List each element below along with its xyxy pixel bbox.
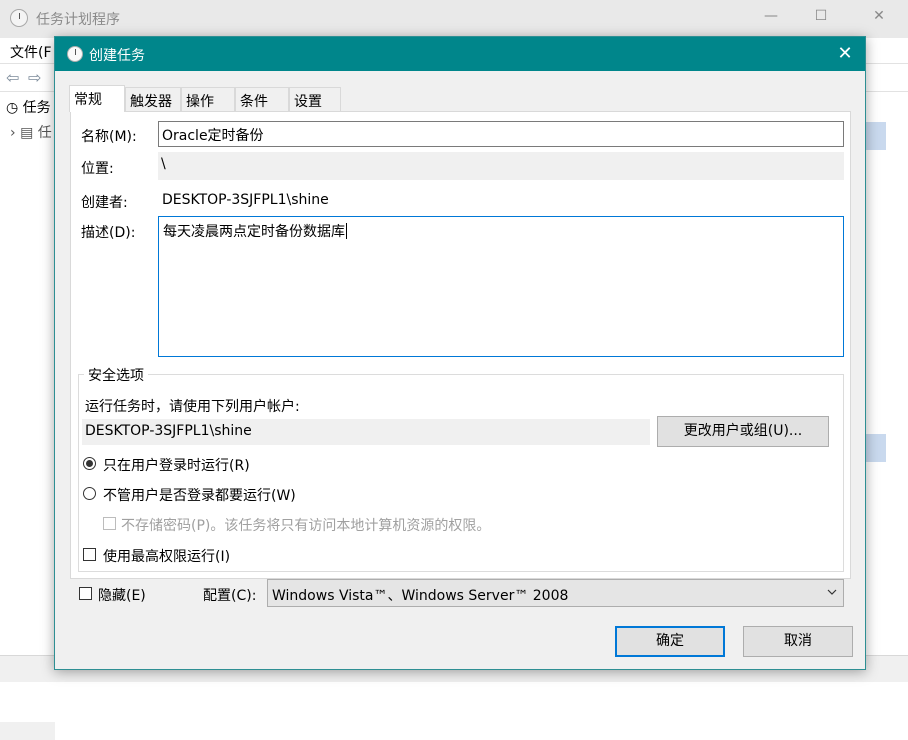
- configure-for-value: Windows Vista™、Windows Server™ 2008: [272, 588, 569, 604]
- location-label: 位置:: [81, 161, 114, 177]
- no-store-password-label: 不存储密码(P)。该任务将只有访问本地计算机资源的权限。: [121, 518, 491, 534]
- configure-for-label: 配置(C):: [203, 588, 257, 604]
- menu-file[interactable]: 文件(F: [10, 42, 52, 62]
- radio-run-logged-on[interactable]: [83, 457, 96, 470]
- chevron-right-icon: ›: [10, 125, 16, 141]
- security-options-title: 安全选项: [84, 365, 148, 385]
- tab-general[interactable]: 常规: [69, 85, 125, 112]
- horizontal-scrollbar[interactable]: [0, 722, 55, 740]
- chevron-down-icon: [827, 589, 837, 595]
- actions-header-block[interactable]: [866, 122, 886, 150]
- task-scheduler-icon: [67, 46, 83, 62]
- user-account-value: DESKTOP-3SJFPL1\shine: [82, 419, 650, 445]
- tree-item-library-label: 任: [37, 125, 52, 141]
- task-scheduler-icon: [10, 9, 28, 27]
- tree-item-library[interactable]: › ▤ 任: [10, 122, 52, 142]
- back-arrow-icon[interactable]: ⇦: [6, 68, 19, 87]
- hidden-label[interactable]: 隐藏(E): [98, 585, 146, 605]
- tab-conditions[interactable]: 条件: [235, 87, 289, 111]
- background-actions-pane: [865, 92, 908, 662]
- checkbox-no-store-password[interactable]: [103, 517, 116, 530]
- create-task-dialog: 创建任务 ✕ 常规 触发器 操作 条件 设置 名称(M): Oracle定时备份…: [54, 36, 866, 670]
- location-value: \: [158, 152, 844, 180]
- configure-for-select[interactable]: Windows Vista™、Windows Server™ 2008: [267, 579, 844, 607]
- name-label: 名称(M):: [81, 129, 137, 145]
- clock-icon: ◷: [6, 100, 19, 116]
- general-tab-panel: 名称(M): Oracle定时备份 位置: \ 创建者: DESKTOP-3SJ…: [70, 111, 851, 579]
- maximize-icon[interactable]: ☐: [806, 8, 836, 24]
- minimize-icon[interactable]: —: [756, 8, 786, 24]
- tree-item-root[interactable]: ◷ 任务: [6, 97, 51, 117]
- background-tree-pane: ◷ 任务 › ▤ 任: [0, 92, 55, 740]
- radio-run-any-label[interactable]: 不管用户是否登录都要运行(W): [103, 485, 296, 505]
- description-text: 每天凌晨两点定时备份数据库: [163, 224, 345, 240]
- dialog-title: 创建任务: [89, 48, 145, 64]
- author-value: DESKTOP-3SJFPL1\shine: [162, 192, 329, 208]
- tree-item-root-label: 任务: [22, 100, 51, 116]
- name-input[interactable]: Oracle定时备份: [158, 121, 844, 147]
- background-window-titlebar: 任务计划程序 — ☐ ✕: [0, 0, 908, 38]
- tab-settings[interactable]: 设置: [289, 87, 341, 111]
- folder-clock-icon: ▤: [20, 125, 34, 141]
- radio-run-logged-on-label[interactable]: 只在用户登录时运行(R): [103, 455, 250, 475]
- actions-header-block[interactable]: [866, 434, 886, 462]
- security-options-group: 安全选项 运行任务时，请使用下列用户帐户: DESKTOP-3SJFPL1\sh…: [78, 365, 844, 572]
- forward-arrow-icon[interactable]: ⇨: [28, 68, 41, 87]
- checkbox-hidden[interactable]: [79, 587, 92, 600]
- close-icon[interactable]: ✕: [831, 41, 859, 67]
- close-icon[interactable]: ✕: [864, 8, 894, 24]
- checkbox-highest-privileges[interactable]: [83, 548, 96, 561]
- tab-triggers[interactable]: 触发器: [125, 87, 181, 111]
- description-textarea[interactable]: 每天凌晨两点定时备份数据库: [158, 216, 844, 357]
- author-label: 创建者:: [81, 195, 128, 211]
- dialog-titlebar: 创建任务 ✕: [55, 37, 865, 71]
- radio-run-any[interactable]: [83, 487, 96, 500]
- highest-privileges-label[interactable]: 使用最高权限运行(I): [103, 546, 230, 566]
- change-user-button[interactable]: 更改用户或组(U)...: [657, 416, 829, 447]
- run-as-label: 运行任务时，请使用下列用户帐户:: [85, 399, 300, 415]
- ok-button[interactable]: 确定: [615, 626, 725, 657]
- cancel-button[interactable]: 取消: [743, 626, 853, 657]
- description-label: 描述(D):: [81, 225, 136, 241]
- background-window-title: 任务计划程序: [36, 12, 120, 28]
- text-cursor: [346, 223, 347, 239]
- tab-actions[interactable]: 操作: [181, 87, 235, 111]
